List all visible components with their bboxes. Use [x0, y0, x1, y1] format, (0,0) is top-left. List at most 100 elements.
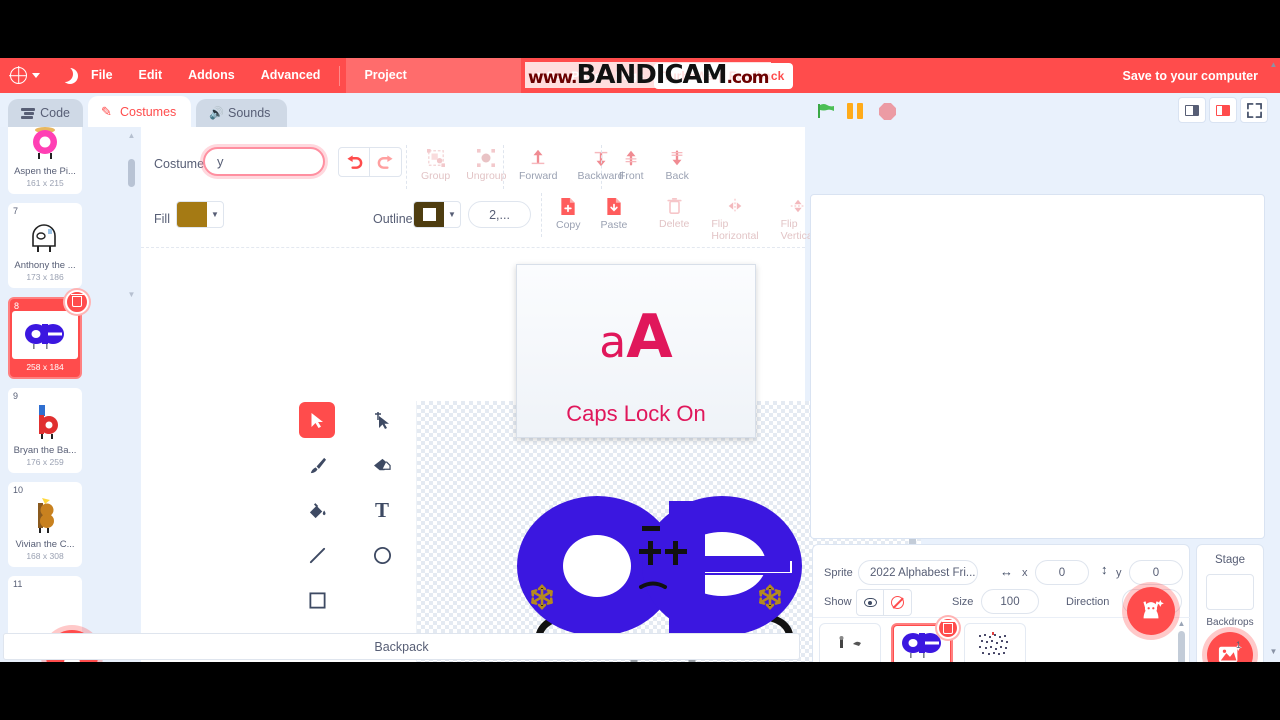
pause-icon[interactable]: [847, 103, 865, 119]
costume-item-10[interactable]: 10 Vivian the C... 168 x 308: [8, 482, 82, 567]
group-button[interactable]: Group: [421, 149, 450, 182]
y-input[interactable]: 0: [1129, 560, 1183, 585]
show-label: Show: [824, 596, 852, 608]
toolbar-bottom-divider: [141, 247, 805, 248]
bandicam-watermark: www.BANDICAM.com: [525, 62, 771, 88]
scroll-up-icon[interactable]: ▲: [1177, 619, 1186, 628]
ungroup-button[interactable]: Ungroup: [466, 149, 506, 182]
green-flag-icon[interactable]: [817, 103, 835, 119]
line-tool[interactable]: [299, 537, 335, 573]
undo-icon[interactable]: [338, 147, 370, 177]
stop-icon[interactable]: [879, 103, 896, 120]
costume-thumbnail: [17, 495, 73, 537]
sprite-item-sprite1[interactable]: Sprite1: [964, 623, 1026, 662]
save-to-computer-button[interactable]: Save to your computer: [1123, 69, 1258, 83]
copy-button[interactable]: Copy: [556, 197, 581, 231]
costume-item-9[interactable]: 9 Bryan the Ba... 176 x 259: [8, 388, 82, 473]
select-tool[interactable]: [299, 402, 335, 438]
delete-costume-button[interactable]: [65, 290, 89, 314]
sprite-list-scrollbar[interactable]: ▲ ▼: [1177, 621, 1186, 662]
chevron-down-icon: ▼: [207, 202, 223, 227]
outline-color-swatch[interactable]: ▼: [413, 201, 461, 228]
delete-button[interactable]: Delete: [659, 197, 689, 242]
costume-list[interactable]: 6 Aspen the Pi... 161 x 215 7: [0, 127, 140, 662]
fill-color-swatch[interactable]: ▼: [176, 201, 224, 228]
x-arrow-icon: ↔: [1000, 564, 1013, 579]
menu-divider: [339, 66, 340, 86]
forward-label: Forward: [519, 170, 558, 182]
caps-lock-uppercase: A: [626, 302, 672, 372]
eye-off-icon[interactable]: [884, 589, 912, 616]
tab-costumes[interactable]: ✎ Costumes: [88, 96, 191, 127]
costume-name-input[interactable]: [203, 147, 325, 176]
forward-button[interactable]: Forward: [519, 149, 558, 182]
costume-list-scrollbar[interactable]: ▲ ▼: [128, 145, 135, 285]
letterbox-top: [0, 0, 1280, 58]
tab-code[interactable]: Code: [8, 99, 83, 127]
sprite-pane: Sprite 2022 Alphabest Fri... ↔ x 0 ↕ y 0…: [812, 544, 1190, 662]
delete-label: Delete: [659, 218, 689, 230]
project-name-field[interactable]: Project: [346, 58, 521, 93]
back-button[interactable]: Back: [666, 149, 689, 182]
chevron-down-icon: ▼: [444, 202, 460, 227]
fill-color-chip: [177, 202, 207, 227]
small-stage-icon[interactable]: [1178, 97, 1206, 123]
menu-item-file[interactable]: File: [78, 58, 126, 93]
moon-icon[interactable]: [62, 68, 78, 84]
scrollbar-thumb[interactable]: [128, 159, 135, 187]
add-backdrop-button[interactable]: [1207, 632, 1253, 662]
menu-item-addons[interactable]: Addons: [175, 58, 248, 93]
scroll-up-icon[interactable]: ▲: [127, 131, 136, 140]
scrollbar-thumb[interactable]: [1178, 631, 1185, 662]
text-tool[interactable]: T: [364, 492, 400, 528]
stage-display[interactable]: [810, 194, 1265, 539]
large-stage-icon[interactable]: [1209, 97, 1237, 123]
eye-icon[interactable]: [856, 589, 884, 616]
chevron-down-icon: [32, 73, 40, 78]
fill-label: Fill: [154, 212, 170, 226]
reshape-tool[interactable]: [364, 402, 400, 438]
menu-item-advanced[interactable]: Advanced: [248, 58, 334, 93]
costume-name: Vivian the C...: [11, 540, 79, 551]
rectangle-tool[interactable]: [299, 582, 335, 618]
scroll-down-icon[interactable]: ▼: [1269, 647, 1278, 656]
paste-button[interactable]: Paste: [601, 197, 628, 231]
stage-thumbnail[interactable]: [1206, 574, 1254, 610]
backdrops-label: Backdrops: [1197, 617, 1263, 628]
tab-sounds[interactable]: 🔊 Sounds: [196, 99, 287, 127]
flip-h-label: Flip Horizontal: [711, 218, 758, 242]
eraser-tool[interactable]: [364, 447, 400, 483]
costume-item-8[interactable]: 8: [8, 297, 82, 379]
sprite-name-input[interactable]: 2022 Alphabest Fri...: [858, 560, 978, 585]
scroll-up-icon[interactable]: ▲: [1269, 60, 1278, 69]
toolbar-divider: [601, 145, 602, 189]
x-input[interactable]: 0: [1035, 560, 1089, 585]
brush-tool[interactable]: [299, 447, 335, 483]
add-sprite-button[interactable]: [1127, 587, 1175, 635]
front-button[interactable]: Front: [619, 149, 644, 182]
page-scrollbar[interactable]: ▲ ▼: [1269, 60, 1278, 656]
sprite-item-alphabest[interactable]: 2022 Alph...: [891, 623, 953, 662]
delete-sprite-button[interactable]: [937, 617, 959, 639]
stage-selector[interactable]: Stage Backdrops 1: [1196, 544, 1264, 662]
fill-tool[interactable]: [299, 492, 335, 528]
fullscreen-icon[interactable]: [1240, 97, 1268, 123]
backpack-bar[interactable]: Backpack: [3, 633, 800, 660]
stage-controls: [805, 93, 1280, 129]
stroke-width-input[interactable]: 2,...: [468, 201, 531, 228]
language-menu[interactable]: [10, 67, 40, 84]
flip-horizontal-button[interactable]: Flip Horizontal: [711, 197, 758, 242]
scroll-down-icon[interactable]: ▼: [127, 290, 136, 299]
letterbox-bottom: [0, 662, 1280, 720]
costume-item-6[interactable]: 6 Aspen the Pi... 161 x 215: [8, 127, 82, 194]
menu-item-edit[interactable]: Edit: [126, 58, 176, 93]
redo-icon[interactable]: [370, 147, 402, 177]
costume-thumbnail: [17, 127, 73, 164]
front-back-controls: Front Back: [619, 149, 689, 182]
stage-size-controls: [1178, 97, 1268, 123]
circle-tool[interactable]: [364, 537, 400, 573]
costume-item-7[interactable]: 7 Anthony the ... 173 x 186: [8, 203, 82, 288]
copy-label: Copy: [556, 219, 581, 231]
size-input[interactable]: 100: [981, 589, 1039, 614]
sprite-item-assets[interactable]: Assets: [819, 623, 881, 662]
